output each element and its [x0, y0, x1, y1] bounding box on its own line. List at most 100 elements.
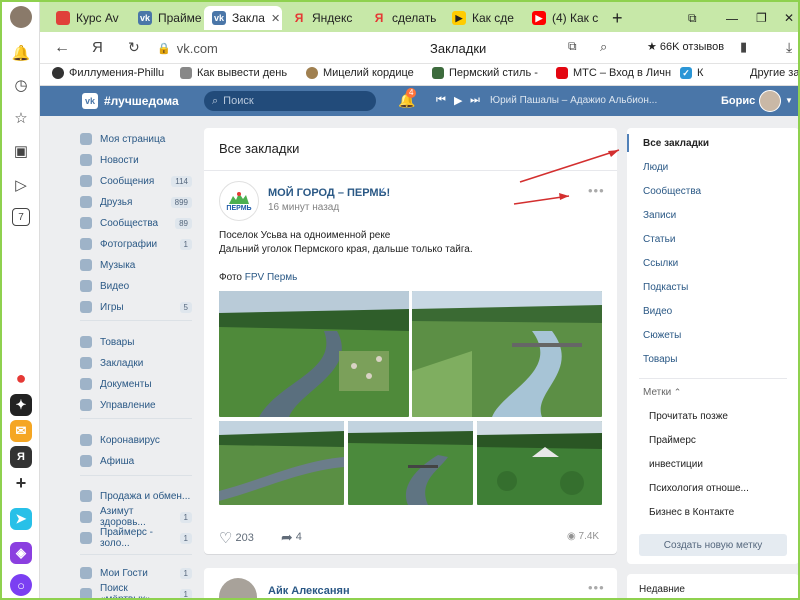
menu-item[interactable]: Товары — [80, 333, 192, 351]
tab-4[interactable]: Ясделать — [364, 6, 444, 30]
filter-item[interactable]: Подкасты — [643, 282, 688, 293]
post-author[interactable]: МОЙ ГОРОД – ПЕРМЬ! — [268, 187, 390, 199]
post-photo[interactable] — [348, 421, 473, 505]
tabs-icon[interactable]: ⧉ — [568, 39, 577, 54]
filter-item[interactable]: Видео — [643, 306, 672, 317]
reload-icon[interactable]: ↻ — [128, 39, 140, 56]
tag-item[interactable]: Прочитать позже — [649, 411, 728, 422]
search-input[interactable]: ⌕ Поиск — [204, 91, 376, 111]
bookmark-item[interactable]: Пермский стиль - — [432, 67, 538, 79]
post-photo[interactable] — [219, 291, 409, 417]
like-button[interactable]: ♡ 203 — [219, 529, 254, 547]
menu-item[interactable]: Праймерс - золо... 1 — [80, 527, 192, 549]
current-track[interactable]: Юрий Пашалы – Адажио Альбион... — [490, 95, 657, 106]
tag-item[interactable]: Психология отноше... — [649, 483, 749, 494]
search-icon[interactable]: ⌕ — [600, 39, 607, 55]
menu-item[interactable]: Управление — [80, 396, 192, 414]
menu-item[interactable]: Новости — [80, 151, 192, 169]
star-icon[interactable]: ☆ — [10, 107, 32, 129]
bookmark-item[interactable]: Как вывести день — [180, 67, 287, 79]
maps-pin-icon[interactable]: ● — [10, 367, 32, 389]
play-icon[interactable]: ▶ — [454, 94, 462, 107]
filter-item[interactable]: Ссылки — [643, 258, 678, 269]
reviews-badge[interactable]: ★ 66K отзывов — [643, 38, 728, 55]
menu-item[interactable]: Документы — [80, 375, 192, 393]
menu-item[interactable]: Азимут здоровь... 1 — [80, 506, 192, 528]
post-author[interactable]: Айк Алексанян — [268, 585, 350, 597]
menu-item[interactable]: Коронавирус — [80, 431, 192, 449]
chevron-down-icon[interactable]: ▼ — [785, 96, 793, 105]
tab-0[interactable]: Курс Av — [48, 6, 130, 30]
vk-hashtag[interactable]: #лучшедома — [104, 94, 179, 108]
url-field[interactable]: 🔒 vk.com — [157, 38, 297, 58]
filter-item[interactable]: Люди — [643, 162, 668, 173]
close-window-icon[interactable]: ✕ — [776, 6, 796, 30]
tag-item[interactable]: инвестиции — [649, 459, 703, 470]
counter-badge[interactable]: 7 — [12, 208, 30, 226]
community-avatar[interactable]: ПЕРМЬ — [219, 181, 259, 221]
filter-item[interactable]: Сообщества — [643, 186, 701, 197]
bookmark-item[interactable]: Мицелий кордице — [306, 67, 414, 79]
tag-item[interactable]: Бизнес в Контакте — [649, 507, 734, 518]
new-tab-button[interactable]: + — [608, 6, 632, 30]
sparkle-app-icon[interactable]: ✦ — [10, 394, 32, 416]
post-photo[interactable] — [219, 421, 344, 505]
menu-item[interactable]: Афиша — [80, 452, 192, 470]
tab-2-active[interactable]: vk Закла ✕ — [204, 6, 282, 30]
vk-logo-icon[interactable]: vk — [82, 93, 98, 109]
collections-icon[interactable]: ▣ — [10, 140, 32, 162]
restore-icon[interactable]: ❐ — [748, 6, 768, 30]
post-photo[interactable] — [412, 291, 602, 417]
tags-header[interactable]: Метки ⌃ — [643, 387, 681, 398]
alice-app-icon[interactable]: ○ — [10, 574, 32, 596]
tab-3[interactable]: Я Яндекс — [284, 6, 364, 30]
yandex-home-icon[interactable]: Я — [92, 39, 103, 56]
next-track-icon[interactable]: ⏭ — [470, 94, 480, 107]
close-icon[interactable]: ✕ — [271, 12, 280, 25]
bookmark-item[interactable]: ✓ К — [680, 67, 703, 79]
back-icon[interactable]: ← — [54, 39, 70, 57]
yandex-app-icon[interactable]: Я — [10, 446, 32, 468]
menu-item[interactable]: Игры 5 — [80, 298, 192, 316]
post-time[interactable]: 16 минут назад — [268, 202, 339, 213]
tag-item[interactable]: Праймерс — [649, 435, 696, 446]
bookmark-item[interactable]: Филлумения-Phillu — [52, 67, 164, 79]
messenger-app-icon[interactable]: ◈ — [10, 542, 32, 564]
history-icon[interactable]: ◷ — [10, 74, 32, 96]
menu-item[interactable]: Закладки — [80, 354, 192, 372]
play-icon[interactable]: ▷ — [10, 174, 32, 196]
add-app-icon[interactable]: + — [10, 472, 32, 494]
tab-5[interactable]: ▶ Как сде — [444, 6, 524, 30]
tab-6[interactable]: ▶ (4) Как с — [524, 6, 604, 30]
filter-item[interactable]: Записи — [643, 210, 676, 221]
menu-item[interactable]: Музыка — [80, 256, 192, 274]
credit-link[interactable]: FPV Пермь — [245, 272, 298, 283]
post-photo[interactable] — [477, 421, 602, 505]
create-tag-button[interactable]: Создать новую метку — [639, 534, 787, 556]
filter-item[interactable]: Статьи — [643, 234, 675, 245]
download-icon[interactable]: ⤓ — [786, 39, 792, 56]
profile-avatar[interactable] — [10, 6, 32, 28]
menu-item[interactable]: Мои Гости 1 — [80, 564, 192, 582]
bookmark-item[interactable]: МТС – Вход в Личн — [556, 67, 671, 79]
menu-item[interactable]: Продажа и обмен... — [80, 487, 192, 505]
pin-icon[interactable]: ⧉ — [680, 6, 700, 30]
more-options-icon[interactable]: ••• — [588, 580, 605, 595]
minimize-icon[interactable]: — — [718, 6, 738, 30]
user-avatar[interactable] — [759, 90, 781, 112]
tab-1[interactable]: vk Прайме — [130, 6, 204, 30]
telegram-app-icon[interactable]: ➤ — [10, 508, 32, 530]
user-name[interactable]: Борис — [721, 95, 755, 107]
filter-item[interactable]: Все закладки — [643, 138, 709, 149]
other-bookmarks[interactable]: Другие зак — [750, 67, 798, 79]
bookmark-icon[interactable]: ▮ — [740, 39, 747, 55]
menu-item[interactable]: Видео — [80, 277, 192, 295]
author-avatar[interactable] — [219, 578, 257, 598]
bell-icon[interactable]: 🔔 — [10, 42, 32, 64]
menu-item[interactable]: Моя страница — [80, 130, 192, 148]
menu-item[interactable]: Сообщения 114 — [80, 172, 192, 190]
filter-item[interactable]: Сюжеты — [643, 330, 681, 341]
prev-track-icon[interactable]: ⏮ — [436, 94, 446, 107]
share-button[interactable]: ➦ 4 — [281, 529, 302, 546]
mail-app-icon[interactable]: ✉ — [10, 420, 32, 442]
